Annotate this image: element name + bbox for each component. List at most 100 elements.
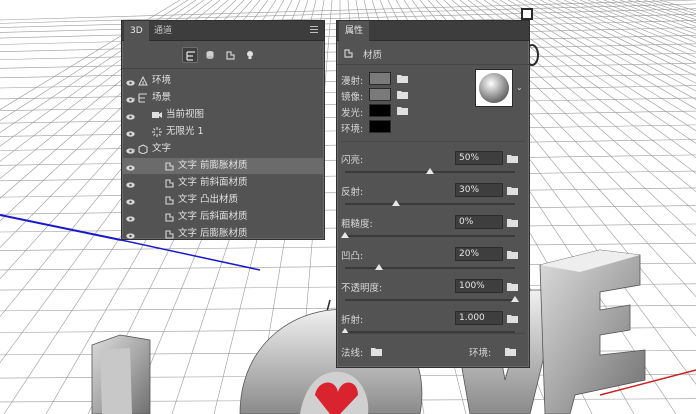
- layer-label: 环境: [152, 75, 172, 86]
- layer-row[interactable]: 无限光 1: [122, 124, 324, 140]
- tab-channels[interactable]: 通道: [148, 21, 178, 41]
- 3d-layer-list: 环境 ⌄ 场景 当前视图 无限光 1 ⌄ 文字 文字 前膨胀材质 文字 前斜面材质 文字 凸出材质…: [122, 70, 324, 239]
- param-slider-thumb[interactable]: [341, 232, 349, 238]
- properties-subheader: 材质: [337, 41, 529, 65]
- specular-label: 镜像:: [341, 92, 364, 103]
- diffuse-label: 漫射:: [341, 76, 364, 87]
- layer-label: 场景: [152, 92, 172, 103]
- param-value-input[interactable]: 0%: [455, 215, 503, 229]
- layer-label: 当前视图: [166, 109, 205, 120]
- layer-row[interactable]: 文字 凸出材质: [122, 192, 324, 208]
- param-slider-track[interactable]: [345, 235, 515, 237]
- layer-row[interactable]: ⌄ 场景: [122, 90, 324, 106]
- param-value-input[interactable]: 1.000: [455, 311, 503, 325]
- normal-label: 法线:: [341, 348, 364, 359]
- 3d-panel: 3D 通道 环境 ⌄ 场景 当前视图 无限光 1 ⌄ 文字 文字 前膨胀材质 文字 前斜面材质文…: [121, 20, 325, 240]
- illumination-folder-icon[interactable]: [397, 106, 408, 115]
- layer-label: 文字 后膨胀材质: [178, 228, 248, 239]
- filter-lights-icon[interactable]: [242, 47, 258, 63]
- param-label: 折射:: [341, 315, 364, 326]
- material-icon: [164, 229, 174, 239]
- tab-properties[interactable]: 属性: [339, 21, 370, 41]
- filter-materials-icon[interactable]: [222, 47, 238, 63]
- param-value-input[interactable]: 30%: [455, 183, 503, 197]
- 3d-panel-tabbar: 3D 通道: [122, 21, 324, 41]
- filter-meshes-icon[interactable]: [202, 47, 218, 63]
- letter-l-face: [100, 348, 132, 414]
- param-folder-icon[interactable]: [507, 282, 518, 291]
- param-value-input[interactable]: 20%: [455, 247, 503, 261]
- ambient-swatch[interactable]: [369, 120, 391, 133]
- param-label: 不透明度:: [341, 283, 383, 294]
- diffuse-swatch[interactable]: [369, 72, 391, 85]
- visibility-eye-icon[interactable]: [126, 196, 135, 205]
- param-value-input[interactable]: 100%: [455, 279, 503, 293]
- properties-panel: 属性 材质 漫射: 镜像: 发光: 环境: ⌄ 闪亮: 50% 反射: 30% 粗糙度:…: [336, 20, 530, 368]
- layer-row[interactable]: 当前视图: [122, 107, 324, 123]
- param-slider-track[interactable]: [345, 267, 515, 269]
- visibility-eye-icon[interactable]: [126, 77, 135, 86]
- expand-chevron-icon[interactable]: ⌄: [130, 141, 137, 157]
- divider: [341, 141, 525, 142]
- layer-label: 文字: [152, 143, 172, 154]
- param-folder-icon[interactable]: [507, 250, 518, 259]
- material-picker-chevron-icon[interactable]: ⌄: [516, 83, 523, 92]
- tab-3d[interactable]: 3D: [124, 21, 149, 41]
- light-icon: [152, 127, 162, 137]
- scene-icon: [138, 93, 148, 103]
- visibility-eye-icon[interactable]: [126, 111, 135, 120]
- param-slider-thumb[interactable]: [392, 200, 400, 206]
- mesh-icon: [138, 144, 148, 155]
- illumination-swatch[interactable]: [369, 104, 391, 117]
- param-label: 粗糙度:: [341, 219, 373, 230]
- material-icon: [164, 178, 174, 188]
- param-slider-thumb[interactable]: [375, 264, 383, 270]
- layer-row[interactable]: 文字 前膨胀材质: [122, 158, 324, 174]
- layer-label: 文字 凸出材质: [178, 194, 239, 205]
- visibility-eye-icon[interactable]: [126, 162, 135, 171]
- specular-swatch[interactable]: [369, 88, 391, 101]
- param-slider-thumb[interactable]: [426, 168, 434, 174]
- layer-label: 文字 前斜面材质: [178, 177, 248, 188]
- illumination-label: 发光:: [341, 108, 364, 119]
- layer-row[interactable]: 文字 后斜面材质: [122, 209, 324, 225]
- param-label: 闪亮:: [341, 155, 364, 166]
- environment-label: 环境:: [469, 348, 492, 359]
- param-folder-icon[interactable]: [507, 186, 518, 195]
- expand-chevron-icon[interactable]: ⌄: [130, 90, 137, 106]
- specular-folder-icon[interactable]: [397, 90, 408, 99]
- material-preview-ball[interactable]: [475, 69, 513, 107]
- panel-menu-icon[interactable]: [310, 26, 318, 34]
- environment-icon: [138, 75, 148, 86]
- divider: [341, 333, 525, 334]
- normal-folder-icon[interactable]: [371, 347, 382, 356]
- properties-panel-tabbar: 属性: [337, 21, 529, 41]
- layer-row[interactable]: ⌄ 文字: [122, 141, 324, 157]
- param-folder-icon[interactable]: [507, 218, 518, 227]
- layer-row[interactable]: 文字 后膨胀材质: [122, 226, 324, 239]
- param-folder-icon[interactable]: [507, 154, 518, 163]
- diffuse-folder-icon[interactable]: [397, 74, 408, 83]
- layer-label: 文字 前膨胀材质: [178, 160, 248, 171]
- environment-folder-icon[interactable]: [505, 347, 516, 356]
- visibility-eye-icon[interactable]: [126, 213, 135, 222]
- filter-whole-scene-icon[interactable]: [182, 47, 198, 63]
- material-icon: [164, 195, 174, 205]
- param-label: 反射:: [341, 187, 364, 198]
- visibility-eye-icon[interactable]: [126, 230, 135, 239]
- param-slider-track[interactable]: [345, 299, 515, 301]
- material-icon: [344, 49, 353, 58]
- move-widget-icon[interactable]: [521, 8, 533, 20]
- param-value-input[interactable]: 50%: [455, 151, 503, 165]
- layer-row[interactable]: 环境: [122, 73, 324, 89]
- material-icon: [164, 161, 174, 171]
- layer-row[interactable]: 文字 前斜面材质: [122, 175, 324, 191]
- ambient-label: 环境:: [341, 124, 364, 135]
- layer-label: 文字 后斜面材质: [178, 211, 248, 222]
- param-slider-track[interactable]: [345, 203, 515, 205]
- visibility-eye-icon[interactable]: [126, 179, 135, 188]
- param-slider-thumb[interactable]: [511, 296, 519, 302]
- param-folder-icon[interactable]: [507, 314, 518, 323]
- visibility-eye-icon[interactable]: [126, 128, 135, 137]
- param-label: 凹凸:: [341, 251, 364, 262]
